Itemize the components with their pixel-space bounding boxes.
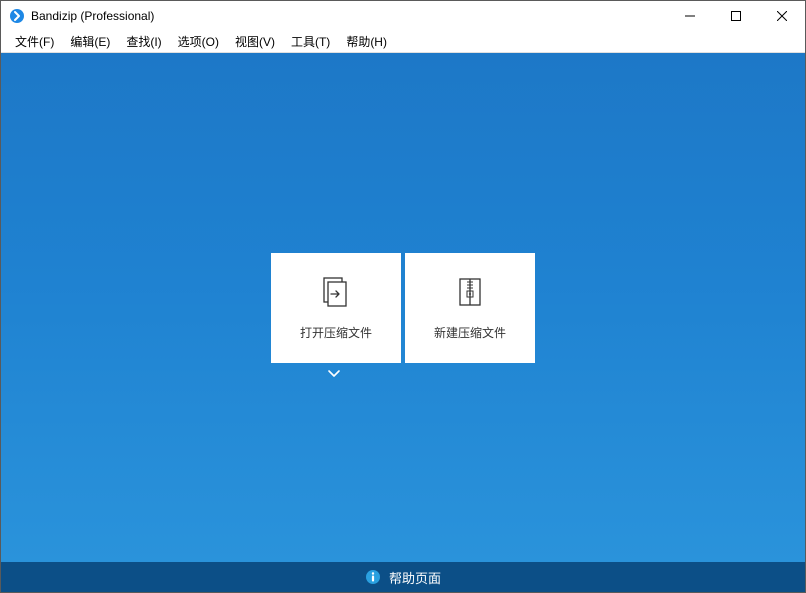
app-icon <box>9 8 25 24</box>
menu-options[interactable]: 选项(O) <box>170 31 227 52</box>
open-archive-dropdown[interactable] <box>321 365 347 383</box>
menu-view[interactable]: 视图(V) <box>227 31 283 52</box>
app-window: Bandizip (Professional) 文件(F) 编辑(E) 查找(I… <box>0 0 806 593</box>
action-cards: 打开压缩文件 新建压缩文件 <box>271 253 535 363</box>
statusbar-help-label: 帮助页面 <box>389 568 441 587</box>
menu-tools[interactable]: 工具(T) <box>283 31 338 52</box>
window-title: Bandizip (Professional) <box>31 9 154 23</box>
menu-file[interactable]: 文件(F) <box>7 31 62 52</box>
open-archive-label: 打开压缩文件 <box>300 324 372 341</box>
new-archive-label: 新建压缩文件 <box>434 324 506 341</box>
statusbar[interactable]: 帮助页面 <box>1 562 805 592</box>
maximize-button[interactable] <box>713 1 759 31</box>
new-archive-icon <box>452 274 488 310</box>
chevron-down-icon <box>327 369 341 379</box>
info-icon <box>365 569 381 585</box>
menu-edit[interactable]: 编辑(E) <box>62 31 118 52</box>
menubar: 文件(F) 编辑(E) 查找(I) 选项(O) 视图(V) 工具(T) 帮助(H… <box>1 31 805 53</box>
main-content: 打开压缩文件 新建压缩文件 <box>1 53 805 562</box>
titlebar: Bandizip (Professional) <box>1 1 805 31</box>
minimize-button[interactable] <box>667 1 713 31</box>
window-controls <box>667 1 805 31</box>
close-button[interactable] <box>759 1 805 31</box>
new-archive-card[interactable]: 新建压缩文件 <box>405 253 535 363</box>
menu-help[interactable]: 帮助(H) <box>338 31 395 52</box>
open-archive-card[interactable]: 打开压缩文件 <box>271 253 401 363</box>
open-archive-icon <box>318 274 354 310</box>
menu-find[interactable]: 查找(I) <box>118 31 169 52</box>
